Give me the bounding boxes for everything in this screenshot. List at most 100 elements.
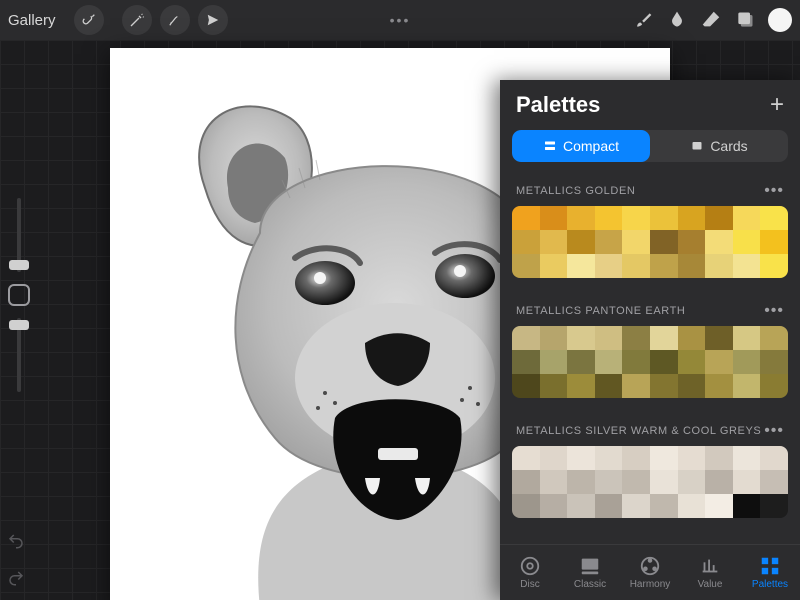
swatch[interactable] bbox=[540, 446, 568, 470]
swatch[interactable] bbox=[512, 494, 540, 518]
swatch[interactable] bbox=[567, 326, 595, 350]
swatch[interactable] bbox=[622, 230, 650, 254]
modify-menu-icon[interactable]: ••• bbox=[390, 12, 411, 28]
swatch[interactable] bbox=[512, 326, 540, 350]
mode-tab-harmony[interactable]: Harmony bbox=[620, 545, 680, 600]
smudge-icon[interactable] bbox=[660, 0, 694, 40]
magic-wand-icon[interactable] bbox=[122, 5, 152, 35]
gallery-button[interactable]: Gallery bbox=[8, 12, 56, 29]
swatch[interactable] bbox=[760, 494, 788, 518]
swatch[interactable] bbox=[760, 446, 788, 470]
mode-tab-palettes[interactable]: Palettes bbox=[740, 545, 800, 600]
segment-compact[interactable]: Compact bbox=[512, 130, 650, 162]
swatch[interactable] bbox=[733, 470, 761, 494]
swatch[interactable] bbox=[705, 206, 733, 230]
swatch[interactable] bbox=[650, 206, 678, 230]
swatch[interactable] bbox=[678, 254, 706, 278]
swatch[interactable] bbox=[760, 254, 788, 278]
swatch[interactable] bbox=[650, 446, 678, 470]
swatch[interactable] bbox=[567, 494, 595, 518]
swatch[interactable] bbox=[678, 230, 706, 254]
swatch[interactable] bbox=[760, 470, 788, 494]
swatch[interactable] bbox=[540, 470, 568, 494]
swatch[interactable] bbox=[512, 254, 540, 278]
swatch[interactable] bbox=[650, 254, 678, 278]
swatch[interactable] bbox=[650, 230, 678, 254]
swatch[interactable] bbox=[512, 374, 540, 398]
swatch[interactable] bbox=[705, 254, 733, 278]
swatch[interactable] bbox=[733, 326, 761, 350]
brush-icon[interactable] bbox=[626, 0, 660, 40]
brush-size-thumb[interactable] bbox=[9, 260, 29, 270]
swatch[interactable] bbox=[540, 494, 568, 518]
swatch[interactable] bbox=[705, 470, 733, 494]
swatch[interactable] bbox=[622, 494, 650, 518]
swatch[interactable] bbox=[705, 326, 733, 350]
brush-opacity-slider[interactable] bbox=[17, 318, 21, 392]
swatch[interactable] bbox=[733, 374, 761, 398]
swatch[interactable] bbox=[705, 446, 733, 470]
swatch[interactable] bbox=[622, 470, 650, 494]
swatch[interactable] bbox=[760, 374, 788, 398]
swatch[interactable] bbox=[595, 230, 623, 254]
swatch[interactable] bbox=[733, 230, 761, 254]
swatch[interactable] bbox=[622, 350, 650, 374]
brush-size-slider[interactable] bbox=[17, 198, 21, 272]
swatch[interactable] bbox=[733, 254, 761, 278]
palette-more-icon[interactable]: ••• bbox=[764, 182, 784, 200]
eraser-icon[interactable] bbox=[694, 0, 728, 40]
swatch[interactable] bbox=[650, 374, 678, 398]
mode-tab-disc[interactable]: Disc bbox=[500, 545, 560, 600]
swatch[interactable] bbox=[540, 326, 568, 350]
modify-square-button[interactable] bbox=[8, 284, 30, 306]
swatch[interactable] bbox=[678, 446, 706, 470]
swatch[interactable] bbox=[540, 374, 568, 398]
swatch[interactable] bbox=[733, 446, 761, 470]
swatch[interactable] bbox=[678, 206, 706, 230]
palette-more-icon[interactable]: ••• bbox=[764, 302, 784, 320]
swatch[interactable] bbox=[733, 350, 761, 374]
swatch[interactable] bbox=[760, 230, 788, 254]
swatch[interactable] bbox=[540, 350, 568, 374]
swatch[interactable] bbox=[567, 230, 595, 254]
mode-tab-classic[interactable]: Classic bbox=[560, 545, 620, 600]
swatch[interactable] bbox=[705, 494, 733, 518]
swatch[interactable] bbox=[622, 326, 650, 350]
swatch[interactable] bbox=[622, 446, 650, 470]
swatch[interactable] bbox=[678, 350, 706, 374]
swatch[interactable] bbox=[760, 326, 788, 350]
swatch[interactable] bbox=[733, 494, 761, 518]
swatch[interactable] bbox=[622, 254, 650, 278]
swatch[interactable] bbox=[540, 254, 568, 278]
swatch[interactable] bbox=[595, 254, 623, 278]
swatch[interactable] bbox=[512, 230, 540, 254]
swatch[interactable] bbox=[595, 446, 623, 470]
swatch[interactable] bbox=[567, 470, 595, 494]
swatch[interactable] bbox=[650, 350, 678, 374]
swatch[interactable] bbox=[540, 230, 568, 254]
swatch[interactable] bbox=[567, 446, 595, 470]
current-color-button[interactable] bbox=[768, 8, 792, 32]
swatch[interactable] bbox=[650, 326, 678, 350]
swatch[interactable] bbox=[705, 374, 733, 398]
swatch[interactable] bbox=[705, 230, 733, 254]
swatch[interactable] bbox=[567, 206, 595, 230]
swatch[interactable] bbox=[567, 254, 595, 278]
palette-list[interactable]: METALLICS GOLDEN•••METALLICS PANTONE EAR… bbox=[500, 172, 800, 544]
add-palette-button[interactable]: + bbox=[770, 93, 784, 117]
swatch[interactable] bbox=[733, 206, 761, 230]
palette-more-icon[interactable]: ••• bbox=[764, 422, 784, 440]
swatch[interactable] bbox=[622, 374, 650, 398]
swatch[interactable] bbox=[678, 326, 706, 350]
swatch[interactable] bbox=[540, 206, 568, 230]
swatch[interactable] bbox=[595, 374, 623, 398]
swatch[interactable] bbox=[622, 206, 650, 230]
undo-icon[interactable] bbox=[6, 532, 26, 555]
swatch[interactable] bbox=[512, 446, 540, 470]
swatch[interactable] bbox=[650, 470, 678, 494]
swatch[interactable] bbox=[595, 350, 623, 374]
swatch[interactable] bbox=[595, 470, 623, 494]
selection-icon[interactable] bbox=[160, 5, 190, 35]
redo-icon[interactable] bbox=[6, 569, 26, 592]
swatch[interactable] bbox=[567, 374, 595, 398]
